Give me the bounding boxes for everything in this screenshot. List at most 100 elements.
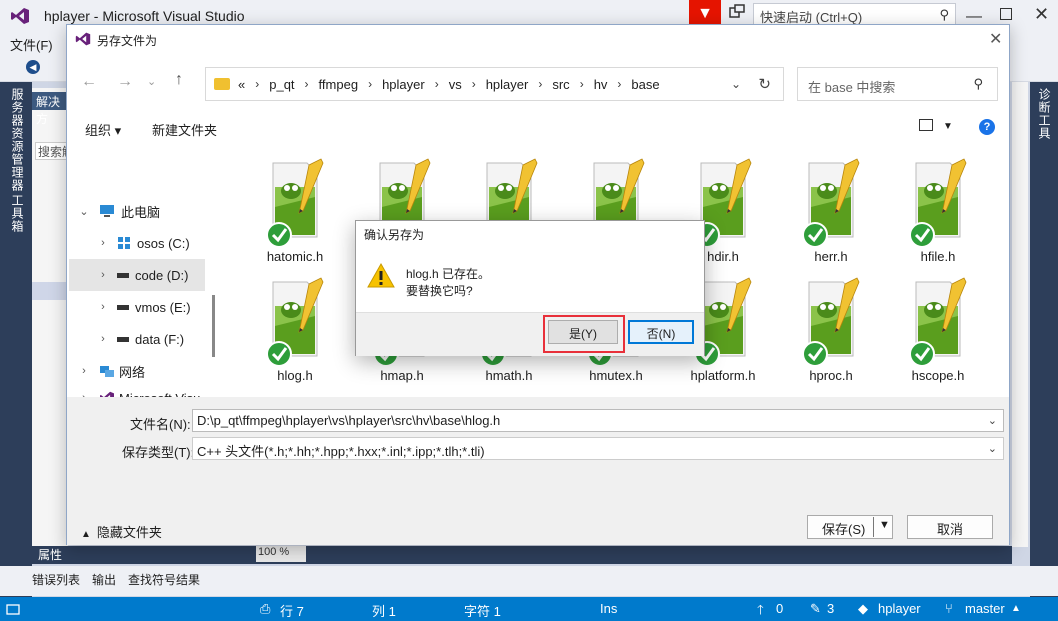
help-icon[interactable]: ? — [979, 119, 995, 135]
breadcrumb[interactable]: p_qt — [269, 77, 294, 92]
zoom-level[interactable]: 100 % — [256, 546, 306, 562]
file-item[interactable]: hatomic.h — [245, 151, 345, 269]
chevron-right-icon[interactable]: › — [255, 77, 259, 91]
maximize-button[interactable] — [1000, 8, 1012, 20]
breadcrumb[interactable]: vs — [449, 77, 462, 92]
feedback-icon[interactable] — [727, 4, 747, 24]
branch-dropdown-icon[interactable]: ▲ — [1011, 603, 1021, 614]
diagnostic-tools-tab[interactable]: 诊断工具 — [1036, 88, 1053, 140]
chevron-right-icon[interactable]: › — [69, 237, 117, 249]
source-control-icon[interactable] — [6, 602, 20, 616]
chevron-up-icon: ▲ — [81, 529, 91, 540]
file-item[interactable]: herr.h — [781, 151, 881, 269]
nav-item-label: data (F:) — [135, 331, 185, 347]
breadcrumb[interactable]: src — [552, 77, 569, 92]
solution-selected-row[interactable] — [32, 282, 68, 300]
back-arrow-icon[interactable]: ← — [81, 73, 97, 91]
nav-item-drive-c[interactable]: › osos (C:) — [69, 227, 205, 259]
view-options-icon[interactable] — [919, 119, 933, 131]
chevron-right-icon[interactable]: › — [472, 77, 476, 91]
chevron-right-icon[interactable]: › — [368, 77, 372, 91]
refresh-icon[interactable]: ↻ — [758, 75, 771, 93]
chevron-right-icon[interactable]: › — [617, 77, 621, 91]
status-insert-mode[interactable]: Ins — [600, 601, 617, 616]
chevron-right-icon[interactable]: › — [69, 269, 117, 281]
search-placeholder: 在 base 中搜索 — [808, 80, 896, 95]
menu-file[interactable]: 文件(F) — [10, 35, 53, 54]
notepad-plus-plus-file-icon — [908, 157, 968, 247]
solution-explorer-title: 解决方 — [32, 92, 68, 126]
breadcrumb[interactable]: ffmpeg — [319, 77, 359, 92]
nav-item-drive-e[interactable]: › vmos (E:) — [69, 291, 205, 323]
chevron-down-icon[interactable]: ⌄ — [988, 414, 997, 427]
solution-search-input[interactable]: 搜索解 — [35, 142, 67, 160]
arrow-up-icon: 🡑 — [757, 602, 764, 617]
chevron-down-icon[interactable]: ⌄ — [988, 442, 997, 455]
breadcrumb[interactable]: hplayer — [382, 77, 425, 92]
quick-launch-input[interactable]: 快速启动 (Ctrl+Q) ⚲ — [753, 3, 956, 25]
filetype-select[interactable]: C++ 头文件(*.h;*.hh;*.hpp;*.hxx;*.inl;*.ipp… — [192, 437, 1004, 460]
notepad-plus-plus-file-icon — [801, 157, 861, 247]
tab-output[interactable]: 输出 — [92, 571, 116, 588]
breadcrumb[interactable]: hplayer — [486, 77, 529, 92]
confirm-message-line2: 要替换它吗? — [406, 284, 473, 298]
notepad-plus-plus-file-icon — [908, 276, 968, 366]
file-item[interactable]: hscope.h — [888, 270, 985, 388]
status-changes-count[interactable]: 3 — [827, 601, 834, 616]
chevron-right-icon[interactable]: › — [69, 365, 99, 377]
address-bar[interactable]: « › p_qt › ffmpeg › hplayer › vs › hplay… — [205, 67, 784, 101]
file-item[interactable]: hproc.h — [781, 270, 881, 388]
breadcrumb[interactable]: hv — [594, 77, 608, 92]
notepad-plus-plus-file-icon — [265, 276, 325, 366]
chevron-right-icon[interactable]: › — [69, 301, 117, 313]
status-line[interactable]: 行 7 — [280, 601, 304, 620]
recent-locations-chevron-icon[interactable]: ⌄ — [147, 75, 156, 88]
filename-input[interactable]: D:\p_qt\ffmpeg\hplayer\vs\hplayer\src\hv… — [192, 409, 1004, 432]
tab-find-symbol-results[interactable]: 查找符号结果 — [128, 571, 200, 588]
status-column[interactable]: 列 1 — [372, 601, 396, 620]
hide-folders-toggle[interactable]: ▲ 隐藏文件夹 — [81, 522, 162, 541]
chevron-down-icon[interactable]: ⌄ — [69, 205, 99, 218]
chevron-right-icon[interactable]: › — [435, 77, 439, 91]
bottom-tab-bar — [32, 546, 1012, 564]
close-window-button[interactable]: ✕ — [1034, 4, 1049, 25]
cancel-button[interactable]: 取消 — [907, 515, 993, 539]
status-unpushed-count[interactable]: 0 — [776, 601, 783, 616]
status-char[interactable]: 字符 1 — [464, 601, 501, 620]
server-explorer-tab[interactable]: 服务器资源管理器 — [9, 88, 26, 192]
breadcrumb-current[interactable]: base — [631, 77, 659, 92]
confirm-dialog-title: 确认另存为 — [364, 228, 425, 242]
nav-item-drive-d[interactable]: › code (D:) — [69, 259, 205, 291]
pencil-icon: ✎ — [810, 601, 821, 616]
save-dropdown-icon[interactable]: ▼ — [879, 519, 890, 531]
confirm-message-line1: hlog.h 已存在。 — [406, 267, 491, 281]
file-item[interactable]: hfile.h — [888, 151, 985, 269]
chevron-right-icon[interactable]: › — [580, 77, 584, 91]
organize-button[interactable]: 组织 ▾ — [85, 120, 121, 139]
address-dropdown-icon[interactable]: ⌄ — [731, 77, 741, 91]
file-name: hmath.h — [485, 368, 533, 383]
status-branch[interactable]: master — [965, 601, 1005, 616]
no-button[interactable]: 否(N) — [628, 320, 694, 344]
view-dropdown-icon[interactable]: ▼ — [943, 121, 953, 132]
nav-scrollbar[interactable] — [212, 295, 215, 357]
toolbox-tab[interactable]: 工具箱 — [9, 194, 26, 233]
tab-properties[interactable]: 属性 — [38, 546, 62, 563]
navigate-back-icon[interactable]: ◀ — [26, 60, 40, 74]
tab-error-list[interactable]: 错误列表 — [32, 571, 80, 588]
up-arrow-icon[interactable]: ↑ — [175, 71, 183, 89]
nav-item-this-pc[interactable]: ⌄ 此电脑 — [69, 195, 205, 227]
file-item[interactable]: hlog.h — [245, 270, 345, 388]
dialog-close-icon[interactable]: ✕ — [989, 29, 1002, 49]
nav-item-network[interactable]: › 网络 — [69, 355, 205, 387]
new-folder-button[interactable]: 新建文件夹 — [152, 120, 217, 139]
status-project[interactable]: hplayer — [878, 601, 921, 616]
chevron-right-icon[interactable]: › — [305, 77, 309, 91]
editor-scrollbar[interactable] — [1012, 82, 1028, 547]
breadcrumb-overflow[interactable]: « — [238, 77, 245, 92]
chevron-right-icon[interactable]: › — [69, 333, 117, 345]
folder-search-input[interactable]: 在 base 中搜索 ⚲ — [797, 67, 998, 101]
forward-arrow-icon[interactable]: → — [117, 73, 133, 91]
nav-item-drive-f[interactable]: › data (F:) — [69, 323, 205, 355]
chevron-right-icon[interactable]: › — [538, 77, 542, 91]
